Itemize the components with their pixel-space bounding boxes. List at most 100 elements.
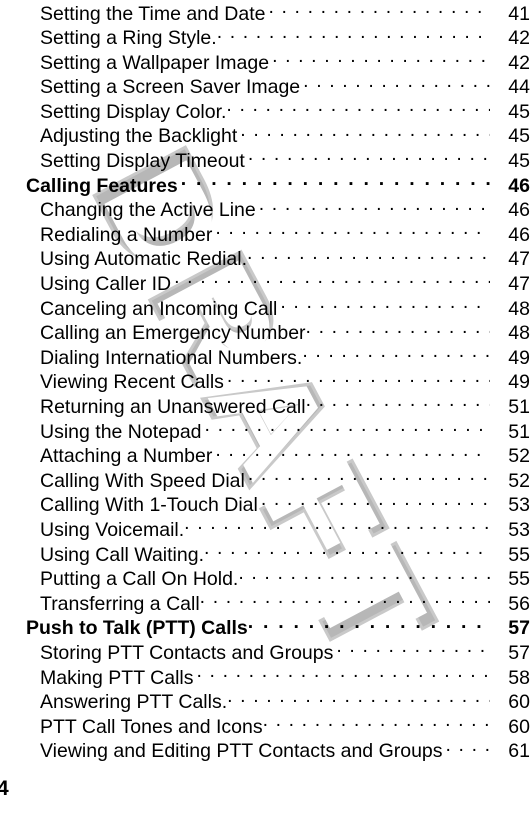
toc-entry-page-number: 55 <box>508 543 530 566</box>
toc-dot-leader <box>248 615 490 635</box>
toc-entry-page-number: 60 <box>508 691 530 714</box>
toc-entry-title: Using Caller ID <box>40 273 172 296</box>
toc-entry-page-number: 61 <box>508 740 530 763</box>
toc-entry-title: Setting a Wallpaper Image <box>40 51 270 74</box>
toc-entry-title: Storing PTT Contacts and Groups <box>40 641 334 664</box>
toc-entry[interactable]: Setting a Ring Style. 42 <box>0 25 532 50</box>
toc-entry-title: Viewing and Editing PTT Contacts and Gro… <box>40 740 443 763</box>
document-page: DRAFT DRAFT Setting the Time and Date41S… <box>0 0 532 817</box>
toc-entry-title: Attaching a Number <box>40 445 213 468</box>
toc-dot-leader <box>200 590 490 610</box>
toc-entry[interactable]: Canceling an Incoming Call 48 <box>0 295 532 320</box>
toc-entry[interactable]: Setting Display Timeout 45 <box>0 148 532 173</box>
toc-entry[interactable]: Calling With 1-Touch Dial 53 <box>0 492 532 517</box>
toc-entry-page-number: 57 <box>508 641 530 664</box>
toc-entry-page-number: 41 <box>508 2 530 25</box>
toc-entry-title: Setting Display Color. <box>40 100 227 123</box>
toc-entry-page-number: 53 <box>508 494 530 517</box>
toc-entry-page-number: 47 <box>508 248 530 271</box>
toc-entry[interactable]: Returning an Unanswered Call 51 <box>0 394 532 419</box>
toc-dot-leader <box>184 516 490 536</box>
toc-entry[interactable]: Setting a Wallpaper Image 42 <box>0 49 532 74</box>
toc-entry[interactable]: Using the Notepad 51 <box>0 418 532 443</box>
toc-entry-title: Adjusting the Backlight <box>40 125 238 148</box>
toc-entry-title: Calling an Emergency Number <box>40 322 306 345</box>
toc-entry-page-number: 45 <box>508 125 530 148</box>
toc-entry-page-number: 49 <box>508 346 530 369</box>
toc-entry[interactable]: Using Caller ID 47 <box>0 271 532 296</box>
toc-dot-leader <box>303 74 490 94</box>
toc-dot-leader <box>306 320 490 340</box>
table-of-contents: Setting the Time and Date41Setting a Rin… <box>0 0 532 817</box>
toc-entry-page-number: 57 <box>508 617 530 640</box>
toc-entry-page-number: 46 <box>508 199 530 222</box>
toc-dot-leader <box>205 418 490 438</box>
toc-entry-page-number: 46 <box>508 174 530 197</box>
toc-entry-title: Setting a Screen Saver Image <box>40 76 301 99</box>
toc-entry-title: Making PTT Calls <box>40 666 194 689</box>
toc-entry-title: Redialing a Number <box>40 223 213 246</box>
toc-entry-title: Calling With 1-Touch Dial <box>40 494 258 517</box>
toc-dot-leader <box>263 713 490 733</box>
toc-dot-leader <box>446 738 490 758</box>
toc-entry[interactable]: Storing PTT Contacts and Groups 57 <box>0 639 532 664</box>
toc-entry[interactable]: Calling Features 46 <box>0 172 532 197</box>
toc-entry[interactable]: Viewing Recent Calls 49 <box>0 369 532 394</box>
toc-entry-page-number: 58 <box>508 666 530 689</box>
toc-dot-leader <box>272 49 490 69</box>
toc-entry[interactable]: Changing the Active Line 46 <box>0 197 532 222</box>
toc-entry[interactable]: Putting a Call On Hold. 55 <box>0 566 532 591</box>
toc-entry-title: Transferring a Call <box>40 592 200 615</box>
toc-entry-title: Answering PTT Calls. <box>40 691 228 714</box>
toc-dot-leader <box>174 271 490 291</box>
toc-dot-leader <box>204 541 490 561</box>
toc-entry-title: Calling With Speed Dial <box>40 469 245 492</box>
toc-dot-leader <box>306 394 490 414</box>
toc-entry-page-number: 52 <box>508 445 530 468</box>
toc-entry[interactable]: Setting a Screen Saver Image 44 <box>0 74 532 99</box>
toc-dot-leader <box>302 344 490 364</box>
toc-entry[interactable]: Calling With Speed Dial 52 <box>0 467 532 492</box>
toc-entry-page-number: 45 <box>508 100 530 123</box>
toc-entry-page-number: 60 <box>508 715 530 738</box>
toc-entry[interactable]: Using Voicemail. 53 <box>0 516 532 541</box>
toc-entry[interactable]: Redialing a Number 46 <box>0 221 532 246</box>
toc-entry[interactable]: Setting the Time and Date 41 <box>0 0 532 25</box>
toc-dot-leader <box>238 566 490 586</box>
toc-entry-page-number: 42 <box>508 27 530 50</box>
toc-entry[interactable]: Making PTT Calls 58 <box>0 664 532 689</box>
toc-entry[interactable]: Dialing International Numbers. 49 <box>0 344 532 369</box>
toc-entry-page-number: 51 <box>508 420 530 443</box>
toc-entry-title: Using the Notepad <box>40 420 202 443</box>
toc-entry[interactable]: Viewing and Editing PTT Contacts and Gro… <box>0 738 532 763</box>
toc-entry[interactable]: Adjusting the Backlight 45 <box>0 123 532 148</box>
toc-entry[interactable]: Using Automatic Redial. 47 <box>0 246 532 271</box>
toc-dot-leader <box>247 246 490 266</box>
toc-entry-page-number: 44 <box>508 76 530 99</box>
toc-entry-title: Returning an Unanswered Call <box>40 396 306 418</box>
toc-entry-page-number: 42 <box>508 51 530 74</box>
toc-entry-title: Viewing Recent Calls <box>40 371 224 394</box>
toc-entry-page-number: 56 <box>508 592 530 615</box>
toc-entry[interactable]: Attaching a Number 52 <box>0 443 532 468</box>
toc-dot-leader <box>248 148 490 168</box>
toc-entry[interactable]: Setting Display Color. 45 <box>0 98 532 123</box>
toc-entry[interactable]: PTT Call Tones and Icons 60 <box>0 713 532 738</box>
toc-entry-page-number: 51 <box>508 396 530 418</box>
toc-entry[interactable]: Using Call Waiting. 55 <box>0 541 532 566</box>
toc-entry-title: Changing the Active Line <box>40 199 256 222</box>
toc-entry-title: Push to Talk (PTT) Calls <box>26 617 248 640</box>
toc-entry-title: PTT Call Tones and Icons <box>40 715 263 738</box>
toc-entry[interactable]: Push to Talk (PTT) Calls 57 <box>0 615 532 640</box>
toc-entry-page-number: 47 <box>508 273 530 296</box>
toc-entry[interactable]: Calling an Emergency Number 48 <box>0 320 532 345</box>
toc-dot-leader <box>261 492 490 512</box>
toc-entry[interactable]: Answering PTT Calls. 60 <box>0 689 532 714</box>
toc-entry-title: Using Call Waiting. <box>40 543 204 566</box>
page-number-folio: 4 <box>0 777 9 800</box>
toc-dot-leader <box>280 295 490 315</box>
toc-entry[interactable]: Transferring a Call 56 <box>0 590 532 615</box>
toc-entry-title: Setting Display Timeout <box>40 150 245 173</box>
toc-dot-leader <box>215 443 490 463</box>
toc-dot-leader <box>217 25 490 45</box>
